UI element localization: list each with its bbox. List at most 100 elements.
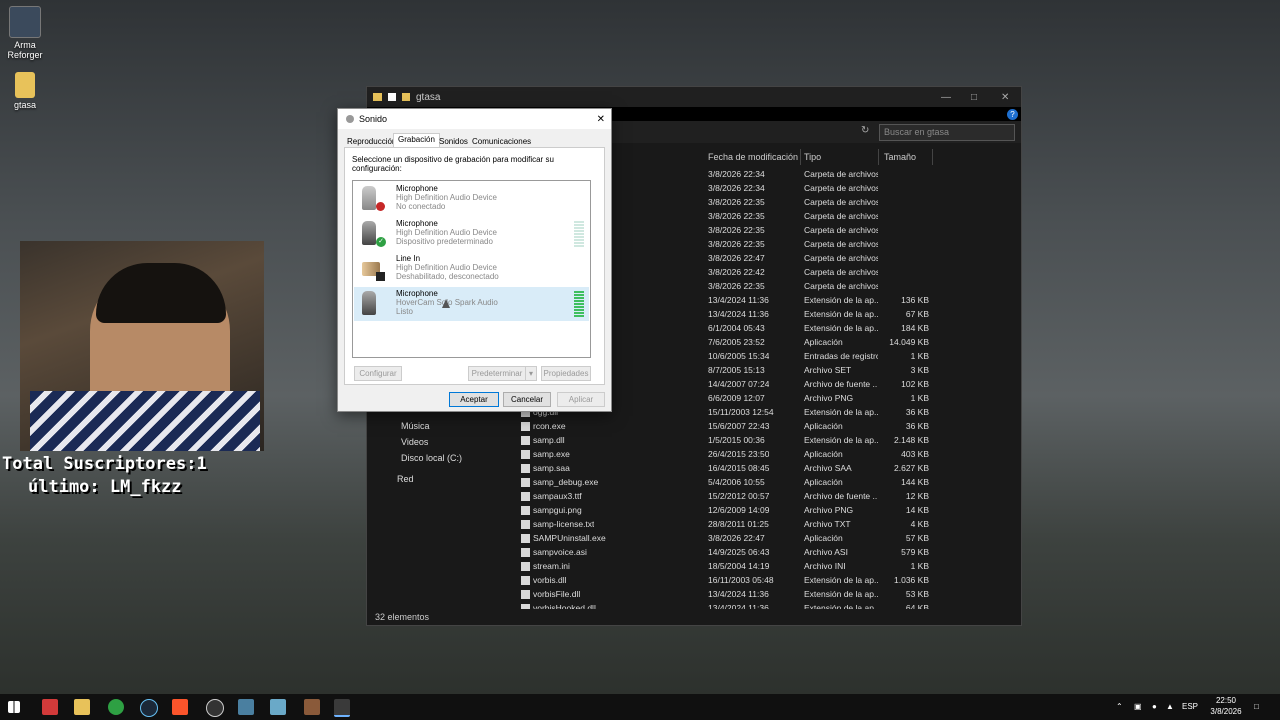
desktop-icon-gtasa[interactable]: gtasa: [0, 72, 50, 110]
file-row[interactable]: vorbis.dll 16/11/2003 05:48 Extensión de l…: [367, 573, 1017, 587]
file-name: samp.exe: [533, 449, 570, 459]
file-icon: [521, 450, 530, 459]
file-row[interactable]: samp.saa 16/4/2015 08:45 Archivo SAA 2.627 …: [367, 461, 1017, 475]
file-type: Aplicación: [804, 533, 843, 543]
file-row[interactable]: samp.dll 1/5/2015 00:36 Extensión de la ap…: [367, 433, 1017, 447]
file-row[interactable]: SAMPUninstall.exe 3/8/2026 22:47 Aplicació…: [367, 531, 1017, 545]
disabled-badge-icon: [376, 272, 385, 281]
file-type: Carpeta de archivos: [804, 239, 878, 249]
app-icon[interactable]: [238, 699, 254, 715]
device-item[interactable]: Line In High Definition Audio Device Des…: [354, 252, 589, 286]
file-row[interactable]: stream.ini 18/5/2004 14:19 Archivo INI 1 KB: [367, 559, 1017, 573]
file-type: Archivo PNG: [804, 393, 854, 403]
file-row[interactable]: sampaux3.ttf 15/2/2012 00:57 Archivo de fu…: [367, 489, 1017, 503]
file-date: 3/8/2026 22:35: [708, 239, 765, 249]
tray-chevron-icon[interactable]: ⌃: [1116, 694, 1123, 720]
brave-icon[interactable]: [172, 699, 188, 715]
file-type: Aplicación: [804, 337, 843, 347]
device-name: Microphone: [396, 219, 438, 228]
default-check-icon: ✓: [376, 237, 386, 247]
level-meter: [574, 291, 584, 317]
microphone-tray-icon[interactable]: ●: [1152, 694, 1157, 720]
file-icon: [521, 520, 530, 529]
help-icon[interactable]: ?: [1007, 109, 1018, 120]
steam-icon[interactable]: [140, 699, 158, 717]
file-type: Archivo de fuente ...: [804, 379, 878, 389]
file-row[interactable]: samp.exe 26/4/2015 23:50 Aplicación 403 KB: [367, 447, 1017, 461]
column-header-size[interactable]: Tamaño: [880, 149, 933, 165]
column-header-date[interactable]: Fecha de modificación: [704, 149, 801, 165]
file-type: Carpeta de archivos: [804, 225, 878, 235]
game-icon[interactable]: [304, 699, 320, 715]
minimize-icon[interactable]: —: [941, 92, 951, 103]
properties-button[interactable]: Propiedades: [541, 366, 591, 381]
windows-start-icon[interactable]: [8, 701, 20, 713]
xbox-icon[interactable]: [108, 699, 124, 715]
file-type: Archivo SET: [804, 365, 852, 375]
set-default-dropdown[interactable]: ▾: [525, 366, 537, 381]
file-row[interactable]: vorbisFile.dll 13/4/2024 11:36 Extensión d…: [367, 587, 1017, 601]
ok-button[interactable]: Aceptar: [449, 392, 499, 407]
file-row[interactable]: samp-license.txt 28/8/2011 01:25 Archivo T…: [367, 517, 1017, 531]
device-item[interactable]: ✓ Microphone High Definition Audio Devic…: [354, 217, 589, 251]
clock[interactable]: 22:50 3/8/2026: [1206, 695, 1246, 717]
file-size: 12 KB: [905, 491, 929, 501]
microphone-icon: [362, 186, 376, 210]
file-date: 6/1/2004 05:43: [708, 323, 765, 333]
file-size: 14.049 KB: [889, 337, 929, 347]
maximize-icon[interactable]: □: [971, 92, 977, 103]
file-name: samp.dll: [533, 435, 565, 445]
language-indicator[interactable]: ESP: [1182, 694, 1198, 720]
file-icon: [521, 562, 530, 571]
device-item[interactable]: Microphone HoverCam Solo Spark Audio Lis…: [354, 287, 589, 321]
column-header-type[interactable]: Tipo: [800, 149, 879, 165]
device-driver: High Definition Audio Device: [396, 193, 497, 202]
file-date: 3/8/2026 22:35: [708, 197, 765, 207]
obs-icon[interactable]: [206, 699, 224, 717]
file-date: 13/4/2024 11:36: [708, 295, 769, 305]
file-date: 3/8/2026 22:47: [708, 533, 765, 543]
speaker-icon: [346, 115, 354, 123]
network-icon[interactable]: ▣: [1134, 694, 1142, 720]
webcam-hair: [96, 263, 226, 323]
file-row[interactable]: sampvoice.asi 14/9/2025 06:43 Archivo ASI 5…: [367, 545, 1017, 559]
device-name: Microphone: [396, 289, 438, 298]
device-status: Deshabilitado, desconectado: [396, 272, 499, 281]
file-size: 2.148 KB: [894, 435, 929, 445]
file-date: 12/6/2009 14:09: [708, 505, 770, 515]
file-type: Carpeta de archivos: [804, 267, 878, 277]
file-date: 26/4/2015 23:50: [708, 449, 770, 459]
file-row[interactable]: rcon.exe 15/6/2007 22:43 Aplicación 36 KB: [367, 419, 1017, 433]
file-type: Extensión de la ap...: [804, 435, 878, 445]
close-icon[interactable]: ✕: [597, 114, 605, 125]
apply-button[interactable]: Aplicar: [557, 392, 605, 407]
arma-icon[interactable]: [42, 699, 58, 715]
device-status: No conectado: [396, 202, 446, 211]
app-icon[interactable]: [270, 699, 286, 715]
file-type: Extensión de la ap...: [804, 407, 878, 417]
checkbox-icon[interactable]: [388, 93, 396, 101]
file-explorer-icon[interactable]: [74, 699, 90, 715]
sound-settings-icon[interactable]: [334, 699, 350, 717]
volume-icon[interactable]: ▲: [1166, 694, 1174, 720]
explorer-titlebar: gtasa — □ ✕: [367, 87, 1021, 107]
mouse-cursor-icon: [442, 299, 450, 308]
arma-icon: [9, 6, 41, 38]
desktop-icon-arma-reforger[interactable]: Arma Reforger: [0, 6, 50, 60]
file-type: Extensión de la ap...: [804, 323, 878, 333]
cancel-button[interactable]: Cancelar: [503, 392, 551, 407]
device-item[interactable]: Microphone High Definition Audio Device …: [354, 182, 589, 216]
search-input[interactable]: Buscar en gtasa: [879, 124, 1015, 141]
file-type: Carpeta de archivos: [804, 183, 878, 193]
notification-icon[interactable]: □: [1254, 694, 1259, 720]
configure-button[interactable]: Configurar: [354, 366, 402, 381]
close-icon[interactable]: ✕: [1001, 92, 1009, 103]
set-default-button[interactable]: Predeterminar: [468, 366, 526, 381]
file-type: Carpeta de archivos: [804, 197, 878, 207]
device-list: Microphone High Definition Audio Device …: [352, 180, 591, 358]
refresh-icon[interactable]: ↻: [861, 125, 869, 136]
file-row[interactable]: samp_debug.exe 5/4/2006 10:55 Aplicación 14…: [367, 475, 1017, 489]
file-date: 8/7/2005 15:13: [708, 365, 765, 375]
file-row[interactable]: sampgui.png 12/6/2009 14:09 Archivo PNG 14 …: [367, 503, 1017, 517]
latest-subscriber-text: último: LM_fkzz: [28, 477, 182, 497]
